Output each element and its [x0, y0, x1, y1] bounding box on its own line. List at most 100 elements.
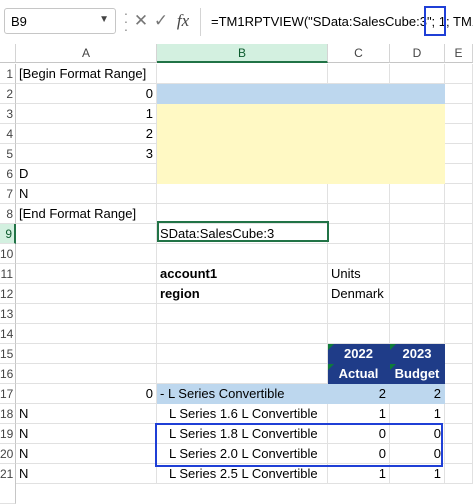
- cell-a11[interactable]: [16, 264, 157, 284]
- row-header-20[interactable]: 20: [0, 444, 16, 464]
- cell-b5[interactable]: [157, 144, 328, 164]
- cell-a13[interactable]: [16, 304, 157, 324]
- insert-function-icon[interactable]: fx: [172, 10, 194, 32]
- cell-a20[interactable]: N: [16, 444, 157, 464]
- cell-e7[interactable]: [445, 184, 473, 204]
- cell-e8[interactable]: [445, 204, 473, 224]
- cell-c14[interactable]: [328, 324, 390, 344]
- more-options-icon[interactable]: · · ·: [122, 6, 130, 36]
- cell-b17[interactable]: - L Series Convertible: [157, 384, 328, 404]
- cell-b15[interactable]: [157, 344, 328, 364]
- cell-e13[interactable]: [445, 304, 473, 324]
- cell-a21[interactable]: N: [16, 464, 157, 484]
- cell-e2[interactable]: [445, 84, 473, 104]
- column-header-e[interactable]: E: [445, 44, 473, 63]
- cell-b4[interactable]: [157, 124, 328, 144]
- cell-d4[interactable]: [390, 124, 445, 144]
- cell-b3[interactable]: [157, 104, 328, 124]
- chevron-down-icon[interactable]: ▼: [99, 14, 109, 25]
- cell-e5[interactable]: [445, 144, 473, 164]
- cell-b18[interactable]: L Series 1.6 L Convertible: [157, 404, 328, 424]
- enter-icon[interactable]: ✓: [150, 10, 172, 32]
- cell-d14[interactable]: [390, 324, 445, 344]
- cell-d9[interactable]: [390, 224, 445, 244]
- row-header-8[interactable]: 8: [0, 204, 16, 224]
- cell-a17[interactable]: 0: [16, 384, 157, 404]
- cell-b14[interactable]: [157, 324, 328, 344]
- cell-a15[interactable]: [16, 344, 157, 364]
- cell-d17[interactable]: 2: [390, 384, 445, 404]
- cell-a1[interactable]: [Begin Format Range]: [16, 64, 157, 84]
- cell-a10[interactable]: [16, 244, 157, 264]
- cell-b16[interactable]: [157, 364, 328, 384]
- cell-a4[interactable]: 2: [16, 124, 157, 144]
- cell-a6[interactable]: D: [16, 164, 157, 184]
- column-header-b[interactable]: B: [157, 44, 328, 63]
- cell-c3[interactable]: [328, 104, 390, 124]
- cell-c12[interactable]: Denmark: [328, 284, 390, 304]
- row-header-16[interactable]: 16: [0, 364, 16, 384]
- select-all-corner[interactable]: [0, 44, 16, 63]
- cell-c5[interactable]: [328, 144, 390, 164]
- row-header-11[interactable]: 11: [0, 264, 16, 284]
- cell-e18[interactable]: [445, 404, 473, 424]
- cell-c7[interactable]: [328, 184, 390, 204]
- cell-e4[interactable]: [445, 124, 473, 144]
- cell-d8[interactable]: [390, 204, 445, 224]
- cell-d7[interactable]: [390, 184, 445, 204]
- cell-d1[interactable]: [390, 64, 445, 84]
- column-header-a[interactable]: A: [16, 44, 157, 63]
- cell-e15[interactable]: [445, 344, 473, 364]
- cell-d21[interactable]: 1: [390, 464, 445, 484]
- cell-c4[interactable]: [328, 124, 390, 144]
- cell-b10[interactable]: [157, 244, 328, 264]
- cell-a3[interactable]: 1: [16, 104, 157, 124]
- cell-d18[interactable]: 1: [390, 404, 445, 424]
- row-header-14[interactable]: 14: [0, 324, 16, 344]
- cell-a8[interactable]: [End Format Range]: [16, 204, 157, 224]
- cell-d11[interactable]: [390, 264, 445, 284]
- cell-c10[interactable]: [328, 244, 390, 264]
- row-header-9[interactable]: 9: [0, 224, 16, 244]
- cell-a9[interactable]: [16, 224, 157, 244]
- row-header-1[interactable]: 1: [0, 64, 16, 84]
- cell-c21[interactable]: 1: [328, 464, 390, 484]
- cell-b6[interactable]: [157, 164, 328, 184]
- column-header-d[interactable]: D: [390, 44, 445, 63]
- cell-a18[interactable]: N: [16, 404, 157, 424]
- row-header-15[interactable]: 15: [0, 344, 16, 364]
- cell-b7[interactable]: [157, 184, 328, 204]
- row-header-7[interactable]: 7: [0, 184, 16, 204]
- cell-c18[interactable]: 1: [328, 404, 390, 424]
- cell-a12[interactable]: [16, 284, 157, 304]
- cell-a2[interactable]: 0: [16, 84, 157, 104]
- cell-d5[interactable]: [390, 144, 445, 164]
- cell-c1[interactable]: [328, 64, 390, 84]
- cell-e20[interactable]: [445, 444, 473, 464]
- cell-e9[interactable]: [445, 224, 473, 244]
- cell-e19[interactable]: [445, 424, 473, 444]
- row-header-4[interactable]: 4: [0, 124, 16, 144]
- cell-d12[interactable]: [390, 284, 445, 304]
- cell-c11[interactable]: Units: [328, 264, 390, 284]
- column-header-c[interactable]: C: [328, 44, 390, 63]
- cell-e3[interactable]: [445, 104, 473, 124]
- cell-b12[interactable]: region: [157, 284, 328, 304]
- cancel-icon[interactable]: ✕: [130, 10, 152, 32]
- cell-e21[interactable]: [445, 464, 473, 484]
- cell-d10[interactable]: [390, 244, 445, 264]
- cell-e11[interactable]: [445, 264, 473, 284]
- cell-e16[interactable]: [445, 364, 473, 384]
- row-header-5[interactable]: 5: [0, 144, 16, 164]
- name-box[interactable]: B9 ▼: [4, 8, 116, 34]
- row-header-21[interactable]: 21: [0, 464, 16, 504]
- cell-e6[interactable]: [445, 164, 473, 184]
- cell-b21[interactable]: L Series 2.5 L Convertible: [157, 464, 328, 484]
- cell-e14[interactable]: [445, 324, 473, 344]
- cell-e12[interactable]: [445, 284, 473, 304]
- cell-c15[interactable]: 2022: [328, 344, 390, 364]
- cell-e10[interactable]: [445, 244, 473, 264]
- cell-d3[interactable]: [390, 104, 445, 124]
- cell-e17[interactable]: [445, 384, 473, 404]
- cell-e1[interactable]: [445, 64, 473, 84]
